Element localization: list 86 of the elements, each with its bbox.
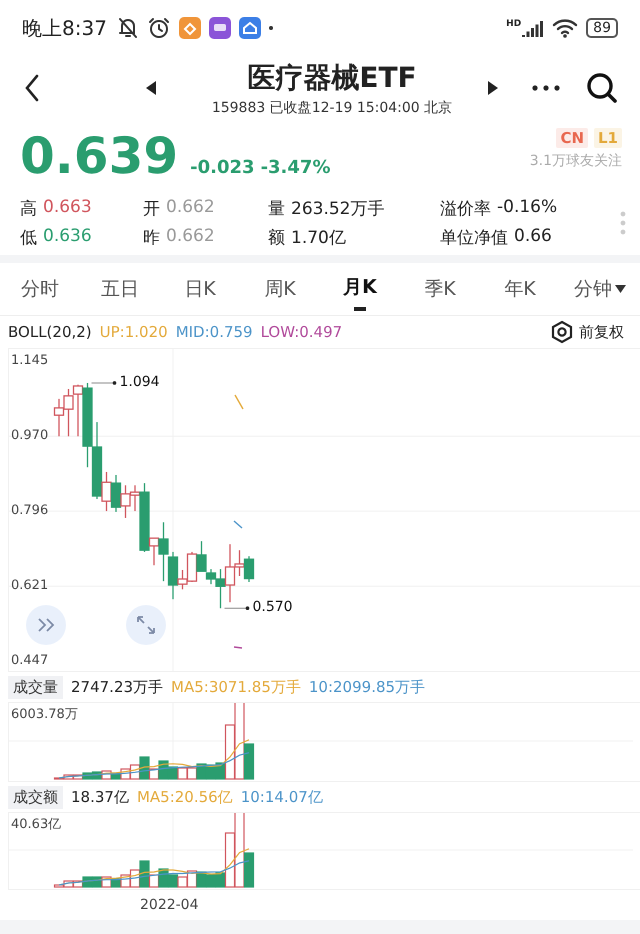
candle (120, 485, 131, 518)
expand-arrows-icon (136, 615, 156, 635)
period-tab[interactable]: 年K (480, 263, 560, 315)
band-line (234, 394, 244, 410)
stat-label: 低 (20, 226, 37, 248)
stat-value: 0.663 (43, 196, 92, 218)
adjust-button[interactable]: 前复权 (551, 320, 624, 344)
stat-label: 额 (268, 226, 285, 248)
chart-value: 2747.23万手 (71, 678, 164, 696)
stat-label: 开 (143, 198, 160, 220)
stat-value: 263.52万手 (291, 198, 384, 220)
signal-icon (522, 19, 544, 37)
axis-label: 0.447 (11, 653, 48, 668)
double-chevron-icon (37, 618, 55, 632)
dot-icon (268, 26, 273, 30)
stat-label: 高 (20, 198, 37, 220)
triangle-left-icon (146, 81, 156, 95)
app-icon (208, 17, 231, 39)
candle (244, 556, 254, 582)
price-annotation: 0.570 (252, 599, 293, 616)
stat-value: 0.662 (166, 226, 215, 248)
collapse-button[interactable] (26, 605, 66, 645)
vertical-dots-icon[interactable] (620, 210, 626, 234)
axis-label: 40.63亿 (11, 816, 62, 833)
price-change: -0.023 (190, 157, 255, 178)
axis-label: 0.796 (11, 503, 48, 518)
stock-title: 医疗器械ETF (247, 60, 417, 96)
chart-title: 成交量 (8, 676, 63, 698)
moving-average-value: 10:14.07亿 (240, 788, 323, 806)
price-annotation: 1.094 (120, 374, 160, 390)
market-status: 159883 已收盘12-19 15:04:00 北京 (212, 99, 452, 117)
more-icon (532, 85, 560, 91)
stat-value: 0.662 (166, 196, 215, 218)
leader-line (224, 606, 250, 610)
market-badge: L1 (594, 128, 622, 148)
back-icon (24, 74, 40, 102)
stat-label: 量 (268, 198, 285, 220)
candle (54, 398, 64, 436)
follower-count: 3.1万球友关注 (530, 152, 622, 170)
period-tab[interactable]: 五日 (80, 263, 160, 315)
candle (63, 388, 74, 436)
wifi-icon (552, 18, 578, 38)
axis-label: 0.621 (11, 578, 48, 594)
axis-label: 0.970 (11, 428, 48, 444)
stat-value: 0.636 (43, 226, 92, 248)
indicator-value: MID:0.759 (176, 323, 253, 341)
moving-average-value: MA5:3071.85万手 (171, 678, 301, 696)
battery-level: 89 (586, 18, 618, 38)
moving-average-value: 10:2099.85万手 (308, 678, 426, 696)
percent-change: -3.47% (260, 157, 330, 178)
app-icon (238, 17, 261, 39)
app-icon (178, 17, 201, 39)
network-type: HD (506, 19, 522, 29)
stat-label: 溢价率 (440, 198, 491, 220)
last-price: 0.639 (20, 128, 178, 184)
stat-label: 单位净值 (440, 226, 508, 248)
fullscreen-button[interactable] (126, 605, 166, 645)
clock-time: 晚上8:37 (22, 14, 107, 42)
axis-label: 2022-04 (140, 897, 198, 913)
bell-off-icon (116, 16, 139, 40)
alarm-clock-icon (146, 16, 171, 40)
band-line (234, 520, 242, 529)
moving-average-value: MA5:20.56亿 (136, 788, 233, 806)
chart-value: 18.37亿 (71, 788, 129, 806)
axis-label: 6003.78万 (11, 706, 78, 723)
axis-label: 1.145 (11, 353, 48, 368)
candle (110, 474, 122, 512)
indicator-value: LOW:0.497 (260, 323, 342, 341)
search-icon (586, 72, 618, 104)
period-tab[interactable]: 季K (400, 263, 480, 315)
stat-value: 1.70亿 (291, 226, 346, 248)
period-tab[interactable]: 周K (240, 263, 320, 315)
leader-line (91, 381, 116, 385)
period-tab[interactable]: 日K (160, 263, 240, 315)
period-tab[interactable]: 分时 (0, 263, 80, 315)
indicator-name: BOLL(20,2) (8, 323, 92, 341)
period-tab[interactable]: 分钟 (560, 263, 640, 315)
chart-title: 成交额 (8, 786, 63, 808)
stat-value: -0.16% (497, 196, 558, 218)
indicator-value: UP:1.020 (100, 323, 168, 341)
market-badge: CN (556, 128, 588, 148)
stat-label: 昨 (143, 226, 160, 248)
hexagon-gear-icon (551, 320, 573, 344)
stat-value: 0.66 (514, 226, 552, 248)
band-line (234, 646, 242, 649)
triangle-right-icon (488, 81, 498, 95)
